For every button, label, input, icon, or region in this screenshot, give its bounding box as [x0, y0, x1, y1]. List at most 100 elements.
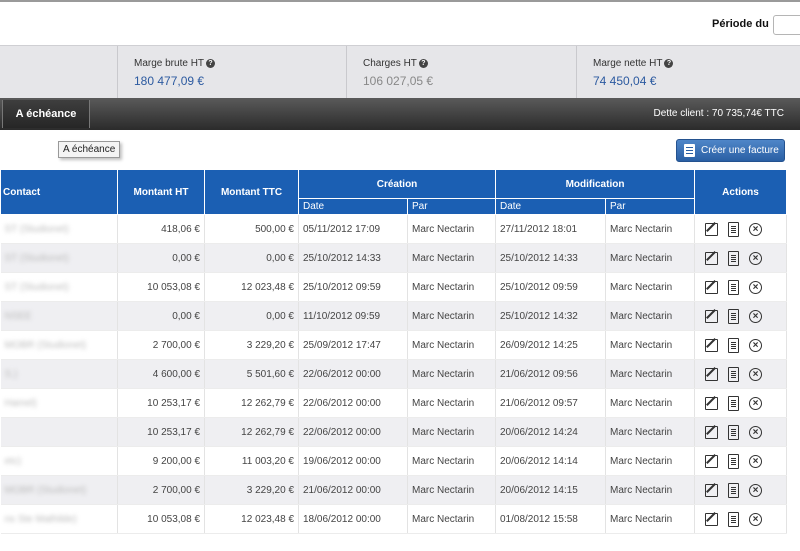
- cell-contact[interactable]: ns Ste Mathilde): [0, 504, 118, 534]
- edit-icon[interactable]: [705, 222, 719, 236]
- edit-icon[interactable]: [705, 367, 719, 381]
- delete-icon[interactable]: ×: [749, 309, 763, 323]
- delete-icon[interactable]: ×: [749, 454, 763, 468]
- cell-montant-ttc: 12 262,79 €: [204, 388, 299, 418]
- delete-icon[interactable]: ×: [749, 483, 763, 497]
- cell-montant-ttc: 3 229,20 €: [204, 330, 299, 360]
- cell-creation-par: Marc Nectarin: [407, 359, 496, 389]
- edit-icon[interactable]: [705, 251, 719, 265]
- document-icon[interactable]: [728, 366, 740, 382]
- stat-label: Marge nette HT: [593, 58, 663, 69]
- table-row[interactable]: ST (Studionet) 0,00 €0,00 €25/10/2012 14:…: [0, 243, 788, 273]
- cell-contact[interactable]: Hamel): [0, 388, 118, 418]
- table-row[interactable]: MOBR (Studionet) 2 700,00 €3 229,20 €21/0…: [0, 475, 788, 505]
- cell-montant-ht: 2 700,00 €: [117, 330, 205, 360]
- tab-a-echeance[interactable]: A échéance: [2, 100, 90, 128]
- stat-value: 180 477,09 €: [134, 74, 205, 88]
- cell-creation-date: 25/09/2012 17:47: [298, 330, 408, 360]
- cell-contact[interactable]: MOBR (Studionet): [0, 475, 118, 505]
- table-body: ST (Studionet) 418,06 €500,00 €05/11/2012…: [0, 214, 788, 534]
- delete-icon[interactable]: ×: [749, 425, 763, 439]
- document-icon[interactable]: [728, 453, 740, 469]
- cell-contact[interactable]: ST (Studionet): [0, 214, 118, 244]
- cell-modification-par: Marc Nectarin: [605, 446, 696, 476]
- cell-creation-date: 22/06/2012 00:00: [298, 359, 408, 389]
- delete-icon[interactable]: ×: [749, 280, 763, 294]
- stat-charges: Charges HT? 106 027,05 €: [346, 46, 577, 98]
- edit-icon[interactable]: [705, 454, 719, 468]
- cell-actions: ×: [694, 301, 788, 331]
- cell-modification-par: Marc Nectarin: [605, 272, 696, 302]
- edit-icon[interactable]: [705, 309, 719, 323]
- cell-actions: ×: [694, 504, 788, 534]
- table-row[interactable]: ns Ste Mathilde) 10 053,08 €12 023,48 €18…: [0, 504, 788, 534]
- document-icon[interactable]: [728, 424, 740, 440]
- help-icon[interactable]: ?: [206, 59, 216, 68]
- cell-modification-par: Marc Nectarin: [605, 301, 696, 331]
- document-icon[interactable]: [728, 308, 740, 324]
- stats-panel: Marge brute HT? 180 477,09 € Charges HT?…: [0, 45, 800, 98]
- delete-icon[interactable]: ×: [749, 367, 763, 381]
- table-row[interactable]: 10 253,17 €12 262,79 €22/06/2012 00:00 Ma…: [0, 417, 788, 447]
- stat-marge-brute: Marge brute HT? 180 477,09 €: [117, 46, 348, 98]
- edit-icon[interactable]: [705, 280, 719, 294]
- edit-icon[interactable]: [705, 512, 719, 526]
- create-invoice-button[interactable]: Créer une facture: [676, 139, 785, 162]
- cell-modification-date: 21/06/2012 09:56: [495, 359, 606, 389]
- document-icon[interactable]: [728, 511, 740, 527]
- edit-icon[interactable]: [705, 338, 719, 352]
- cell-creation-par: Marc Nectarin: [407, 504, 496, 534]
- table-row[interactable]: etc) 9 200,00 €11 003,20 €19/06/2012 00:0…: [0, 446, 788, 476]
- edit-icon[interactable]: [705, 396, 719, 410]
- cell-montant-ttc: 12 023,48 €: [204, 272, 299, 302]
- delete-icon[interactable]: ×: [749, 338, 763, 352]
- cell-contact[interactable]: S.): [0, 359, 118, 389]
- cell-contact[interactable]: [0, 417, 118, 447]
- cell-montant-ttc: 12 262,79 €: [204, 417, 299, 447]
- header-creation-date[interactable]: Date: [298, 198, 408, 215]
- header-modification-date[interactable]: Date: [495, 198, 606, 215]
- document-icon[interactable]: [728, 279, 740, 295]
- header-montant-ttc[interactable]: Montant TTC: [204, 169, 299, 215]
- cell-contact[interactable]: ST (Studionet): [0, 272, 118, 302]
- cell-creation-par: Marc Nectarin: [407, 330, 496, 360]
- stat-marge-nette: Marge nette HT? 74 450,04 €: [576, 46, 800, 98]
- cell-contact[interactable]: etc): [0, 446, 118, 476]
- cell-creation-par: Marc Nectarin: [407, 475, 496, 505]
- cell-montant-ht: 9 200,00 €: [117, 446, 205, 476]
- table-row[interactable]: ST (Studionet) 418,06 €500,00 €05/11/2012…: [0, 214, 788, 244]
- header-creation-par[interactable]: Par: [407, 198, 496, 215]
- header-montant-ht[interactable]: Montant HT: [117, 169, 205, 215]
- edit-icon[interactable]: [705, 483, 719, 497]
- document-icon[interactable]: [728, 482, 740, 498]
- header-contact[interactable]: Contact: [0, 169, 118, 215]
- cell-contact[interactable]: MOBR (Studionet): [0, 330, 118, 360]
- table-row[interactable]: S.) 4 600,00 €5 501,60 €22/06/2012 00:00 M…: [0, 359, 788, 389]
- delete-icon[interactable]: ×: [749, 512, 763, 526]
- delete-icon[interactable]: ×: [749, 396, 763, 410]
- document-icon[interactable]: [728, 250, 740, 266]
- table-row[interactable]: NSEE 0,00 €0,00 €11/10/2012 09:59 Marc Nec…: [0, 301, 788, 331]
- delete-icon[interactable]: ×: [749, 251, 763, 265]
- document-icon[interactable]: [728, 395, 740, 411]
- help-icon[interactable]: ?: [418, 59, 428, 68]
- cell-modification-date: 20/06/2012 14:24: [495, 417, 606, 447]
- header-modification-par[interactable]: Par: [604, 198, 696, 215]
- cell-creation-par: Marc Nectarin: [407, 272, 496, 302]
- stat-label: Charges HT: [363, 58, 417, 69]
- table-row[interactable]: MOBR (Studionet) 2 700,00 €3 229,20 €25/0…: [0, 330, 788, 360]
- table-row[interactable]: Hamel) 10 253,17 €12 262,79 €22/06/2012 0…: [0, 388, 788, 418]
- cell-creation-par: Marc Nectarin: [407, 388, 496, 418]
- cell-creation-par: Marc Nectarin: [407, 301, 496, 331]
- cell-modification-date: 25/10/2012 09:59: [495, 272, 606, 302]
- edit-icon[interactable]: [705, 425, 719, 439]
- delete-icon[interactable]: ×: [749, 222, 763, 236]
- table-row[interactable]: ST (Studionet) 10 053,08 €12 023,48 €25/1…: [0, 272, 788, 302]
- cell-montant-ht: 4 600,00 €: [117, 359, 205, 389]
- help-icon[interactable]: ?: [664, 59, 674, 68]
- cell-contact[interactable]: ST (Studionet): [0, 243, 118, 273]
- cell-contact[interactable]: NSEE: [0, 301, 118, 331]
- document-icon[interactable]: [728, 221, 740, 237]
- periode-start-input[interactable]: [773, 15, 800, 35]
- document-icon[interactable]: [728, 337, 740, 353]
